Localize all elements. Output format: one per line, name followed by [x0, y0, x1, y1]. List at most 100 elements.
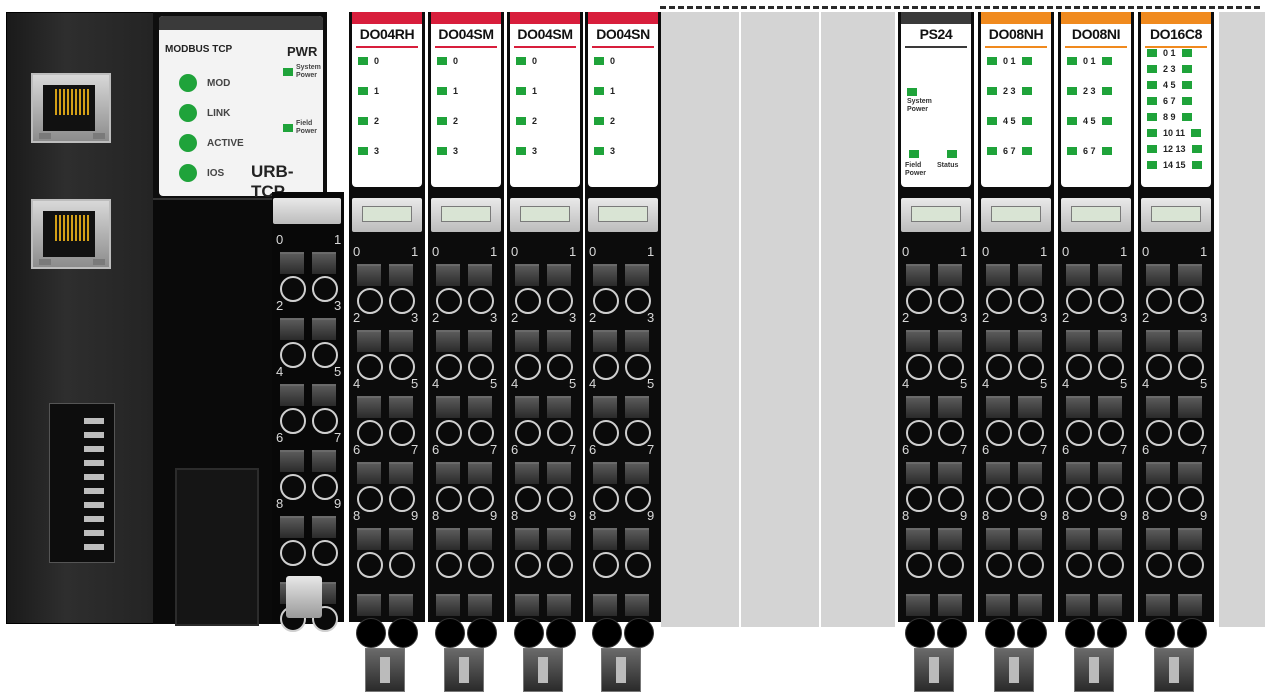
- bus-connector-tab[interactable]: [1071, 206, 1121, 222]
- bus-connector[interactable]: [1061, 198, 1131, 232]
- terminal-hole-icon[interactable]: [436, 354, 462, 380]
- terminal-release-slot[interactable]: [1146, 528, 1170, 550]
- bus-connector[interactable]: [352, 198, 422, 232]
- terminal-release-slot[interactable]: [468, 528, 492, 550]
- terminal-release-slot[interactable]: [436, 462, 460, 484]
- release-lever-icon[interactable]: [523, 648, 563, 692]
- terminal-hole-icon[interactable]: [436, 552, 462, 578]
- terminal-hole-icon[interactable]: [592, 618, 622, 648]
- terminal-hole-icon[interactable]: [1018, 552, 1044, 578]
- bus-connector-tab[interactable]: [520, 206, 570, 222]
- terminal-release-slot[interactable]: [389, 330, 413, 352]
- terminal-hole-icon[interactable]: [356, 618, 386, 648]
- terminal-release-slot[interactable]: [1098, 528, 1122, 550]
- bus-connector-tab[interactable]: [598, 206, 648, 222]
- terminal-release-slot[interactable]: [436, 396, 460, 418]
- terminal-release-slot[interactable]: [515, 594, 539, 616]
- terminal-release-slot[interactable]: [593, 462, 617, 484]
- terminal-hole-icon[interactable]: [906, 486, 932, 512]
- terminal-release-slot[interactable]: [906, 528, 930, 550]
- terminal-hole-icon[interactable]: [280, 474, 306, 500]
- output-module[interactable]: DO04SN 0 1 2 3 0 1 2 3 4 5 6 7 8 9: [585, 12, 661, 692]
- terminal-release-slot[interactable]: [1098, 594, 1122, 616]
- terminal-hole-icon[interactable]: [435, 618, 465, 648]
- terminal-release-slot[interactable]: [357, 462, 381, 484]
- bus-connector[interactable]: [981, 198, 1051, 232]
- release-lever-icon[interactable]: [914, 648, 954, 692]
- terminal-hole-icon[interactable]: [467, 618, 497, 648]
- bus-connector[interactable]: [588, 198, 658, 232]
- terminal-hole-icon[interactable]: [515, 486, 541, 512]
- terminal-release-slot[interactable]: [357, 330, 381, 352]
- terminal-release-slot[interactable]: [1066, 528, 1090, 550]
- terminal-release-slot[interactable]: [593, 528, 617, 550]
- terminal-release-slot[interactable]: [357, 528, 381, 550]
- terminal-release-slot[interactable]: [389, 396, 413, 418]
- terminal-hole-icon[interactable]: [986, 486, 1012, 512]
- terminal-release-slot[interactable]: [357, 264, 381, 286]
- terminal-release-slot[interactable]: [280, 450, 304, 472]
- terminal-hole-icon[interactable]: [625, 552, 651, 578]
- terminal-hole-icon[interactable]: [280, 276, 306, 302]
- terminal-release-slot[interactable]: [938, 594, 962, 616]
- terminal-hole-icon[interactable]: [388, 618, 418, 648]
- terminal-release-slot[interactable]: [1146, 330, 1170, 352]
- terminal-hole-icon[interactable]: [280, 540, 306, 566]
- output-module[interactable]: DO16C8 0 1 2 3 4 5 6 7 8 9 10 11 12 13 14 15 0 1 2 3…: [1138, 12, 1214, 692]
- terminal-release-slot[interactable]: [547, 264, 571, 286]
- ethernet-port-2[interactable]: [31, 199, 111, 269]
- release-lever-icon[interactable]: [601, 648, 641, 692]
- terminal-release-slot[interactable]: [389, 264, 413, 286]
- terminal-hole-icon[interactable]: [1066, 486, 1092, 512]
- terminal-release-slot[interactable]: [436, 594, 460, 616]
- terminal-release-slot[interactable]: [1098, 396, 1122, 418]
- terminal-hole-icon[interactable]: [1066, 288, 1092, 314]
- terminal-release-slot[interactable]: [436, 528, 460, 550]
- terminal-hole-icon[interactable]: [906, 288, 932, 314]
- terminal-release-slot[interactable]: [625, 528, 649, 550]
- output-module[interactable]: DO04SM 0 1 2 3 0 1 2 3 4 5 6 7 8 9: [507, 12, 583, 692]
- terminal-release-slot[interactable]: [547, 528, 571, 550]
- adapter-terminal-block[interactable]: 0 1 2 3 4 5 6 7 8 9: [272, 192, 344, 632]
- terminal-release-slot[interactable]: [547, 330, 571, 352]
- terminal-release-slot[interactable]: [312, 318, 336, 340]
- terminal-hole-icon[interactable]: [1066, 420, 1092, 446]
- terminal-release-slot[interactable]: [625, 396, 649, 418]
- terminal-release-slot[interactable]: [1098, 264, 1122, 286]
- terminal-release-slot[interactable]: [547, 594, 571, 616]
- output-module[interactable]: DO04RH 0 1 2 3 0 1 2 3 4 5 6 7 8 9: [349, 12, 425, 692]
- terminal-release-slot[interactable]: [625, 330, 649, 352]
- terminal-hole-icon[interactable]: [1098, 552, 1124, 578]
- terminal-release-slot[interactable]: [593, 264, 617, 286]
- power-module[interactable]: PS24 System Power Field Power Status 0 1 2 3 4 5 6…: [898, 12, 974, 692]
- terminal-hole-icon[interactable]: [593, 420, 619, 446]
- terminal-hole-icon[interactable]: [1066, 552, 1092, 578]
- terminal-release-slot[interactable]: [1146, 462, 1170, 484]
- output-module[interactable]: DO08NI 0 1 2 3 4 5 6 7 0 1 2 3 4 5 6 7 8 9: [1058, 12, 1134, 692]
- terminal-hole-icon[interactable]: [357, 486, 383, 512]
- terminal-hole-icon[interactable]: [389, 552, 415, 578]
- terminal-release-slot[interactable]: [1098, 330, 1122, 352]
- terminal-hole-icon[interactable]: [1146, 552, 1172, 578]
- terminal-release-slot[interactable]: [1018, 264, 1042, 286]
- terminal-release-slot[interactable]: [1018, 528, 1042, 550]
- terminal-release-slot[interactable]: [593, 594, 617, 616]
- terminal-hole-icon[interactable]: [1146, 420, 1172, 446]
- bus-connector-tab[interactable]: [991, 206, 1041, 222]
- terminal-hole-icon[interactable]: [593, 486, 619, 512]
- terminal-release-slot[interactable]: [515, 396, 539, 418]
- terminal-release-slot[interactable]: [986, 462, 1010, 484]
- bus-connector-tab[interactable]: [441, 206, 491, 222]
- terminal-hole-icon[interactable]: [1146, 486, 1172, 512]
- bus-connector[interactable]: [901, 198, 971, 232]
- release-lever-icon[interactable]: [365, 648, 405, 692]
- terminal-release-slot[interactable]: [906, 264, 930, 286]
- bus-connector-tab[interactable]: [362, 206, 412, 222]
- terminal-release-slot[interactable]: [1178, 330, 1202, 352]
- controller-base-module[interactable]: [6, 12, 154, 624]
- terminal-release-slot[interactable]: [1066, 594, 1090, 616]
- terminal-release-slot[interactable]: [1146, 264, 1170, 286]
- terminal-hole-icon[interactable]: [593, 552, 619, 578]
- terminal-hole-icon[interactable]: [1146, 288, 1172, 314]
- terminal-hole-icon[interactable]: [280, 342, 306, 368]
